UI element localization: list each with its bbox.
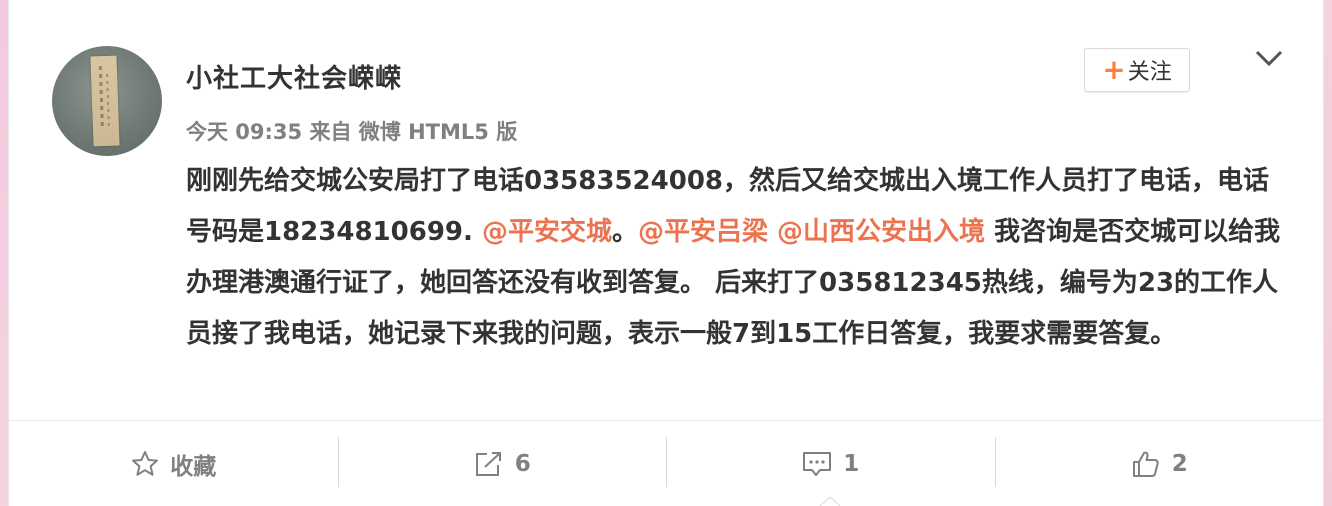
comment-count: 1 — [843, 450, 860, 477]
avatar-image — [90, 55, 120, 147]
mention-link[interactable]: @平安吕梁 — [638, 217, 768, 247]
comment-icon — [803, 451, 832, 476]
share-count: 6 — [514, 450, 531, 477]
post-content: 刚刚先给交城公安局打了电话03583524008，然后又给交城出入境工作人员打了… — [186, 156, 1286, 360]
favorite-label: 收藏 — [170, 453, 217, 480]
favorite-button[interactable]: 收藏 — [9, 421, 338, 506]
plus-icon: + — [1102, 53, 1126, 86]
active-caret — [820, 496, 841, 506]
post-text-segment — [768, 217, 777, 247]
post-meta: 今天 09:35 来自 微博 HTML5 版 — [186, 120, 518, 144]
share-icon — [475, 451, 501, 476]
chevron-down-icon[interactable] — [1253, 46, 1285, 70]
follow-button[interactable]: + 关注 — [1084, 48, 1190, 92]
star-icon — [132, 450, 159, 476]
like-count: 2 — [1171, 450, 1188, 477]
share-button[interactable]: 6 — [337, 421, 667, 506]
action-bar: 收藏 6 1 2 — [9, 421, 1323, 506]
like-button[interactable]: 2 — [994, 421, 1324, 506]
post-text-segment: 。 — [611, 217, 638, 247]
comment-button[interactable]: 1 — [666, 421, 995, 506]
follow-label: 关注 — [1127, 60, 1172, 85]
avatar[interactable] — [52, 46, 162, 156]
mention-link[interactable]: @平安交城 — [482, 217, 612, 247]
weibo-post-card: 小社工大社会嵘嵘 今天 09:35 来自 微博 HTML5 版 + 关注 刚刚先… — [8, 0, 1324, 506]
username[interactable]: 小社工大社会嵘嵘 — [186, 58, 402, 95]
thumbs-up-icon — [1132, 451, 1159, 477]
mention-link[interactable]: @山西公安出入境 — [777, 217, 985, 247]
